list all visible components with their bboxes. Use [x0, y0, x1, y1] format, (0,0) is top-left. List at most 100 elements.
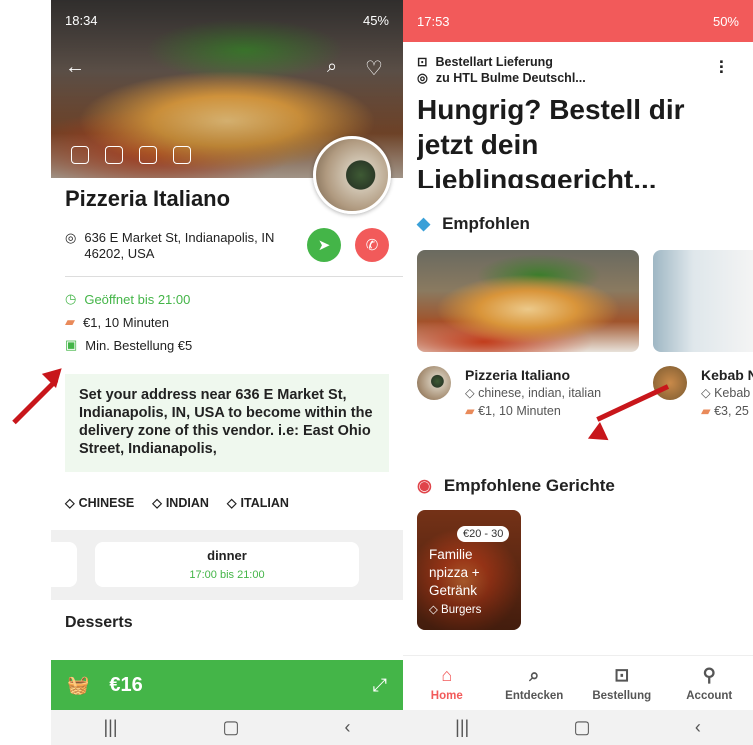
- dishes-label: Empfohlene Gerichte: [443, 476, 615, 495]
- tag-label: INDIAN: [165, 495, 209, 510]
- menu-card-title: dinner: [207, 548, 247, 563]
- vendor-name: Pizzeria Italiano: [465, 367, 571, 383]
- vendor-thumb-2: [653, 366, 687, 400]
- delivery-icon: ▰: [701, 404, 711, 418]
- delivery-info: ▰ €1, 10 Minuten: [65, 314, 169, 330]
- address-text: 636 E Market St, Indianapolis, IN 46202,…: [84, 230, 275, 261]
- search-icon[interactable]: ⌕: [327, 56, 337, 77]
- vendor-delivery: ▰ €1, 10 Minuten: [465, 402, 601, 420]
- phone-icon: ✆: [365, 237, 379, 254]
- filter-icon[interactable]: ⫶: [719, 58, 724, 79]
- vendor-tags: ◇ Kebab: [701, 386, 751, 400]
- nav-label: Home: [430, 689, 463, 702]
- recommended-label: Empfohlen: [442, 214, 530, 233]
- delivery-icon: ▰: [465, 404, 475, 418]
- nav-label: Account: [686, 689, 733, 702]
- dish-icon: ◉: [417, 476, 432, 495]
- vendor-card-image-2[interactable]: [653, 250, 753, 352]
- vendor-card-image[interactable]: [417, 250, 639, 352]
- nav-orders[interactable]: ⊡ Bestellung: [582, 665, 662, 702]
- system-nav-bar: ||| ▢ ‹: [403, 710, 753, 745]
- tag-italian[interactable]: ◇ ITALIAN: [226, 495, 289, 511]
- location-pin-icon: ◎: [417, 71, 428, 85]
- min-order: ▣ Min. Bestellung €5: [65, 337, 192, 353]
- expand-icon[interactable]: ⤢: [373, 675, 387, 696]
- location-pin-icon: ◎: [65, 230, 77, 245]
- menu-card-time: 17:00 bis 21:00: [189, 569, 265, 581]
- instagram-icon[interactable]: [173, 146, 191, 164]
- vendor-delivery: ▰ €3, 25: [701, 402, 753, 420]
- menu-card-dinner[interactable]: dinner 17:00 bis 21:00: [95, 542, 359, 587]
- vendor-tags-text: Kebab: [714, 386, 751, 400]
- vendor-avatar: [313, 136, 391, 214]
- nav-discover[interactable]: ⌕ Entdecken: [494, 665, 574, 702]
- recents-icon[interactable]: |||: [455, 717, 469, 738]
- dish-name: Familie npizza + Getränk: [429, 547, 480, 598]
- menu-carousel: dinner 17:00 bis 21:00: [51, 530, 403, 600]
- vendor-tags-text: chinese, indian, italian: [478, 386, 602, 400]
- tag-label: ITALIAN: [240, 495, 289, 510]
- system-nav-bar: ||| ▢ ‹: [51, 710, 403, 745]
- facebook-icon[interactable]: [105, 146, 123, 164]
- tag-indian[interactable]: ◇ INDIAN: [152, 495, 209, 511]
- nav-home[interactable]: ⌂ Home: [407, 665, 487, 702]
- home-screen: 17:53 50% ⊡ Bestellart Lieferung ◎ zu HTL …: [403, 0, 753, 745]
- tag-icon: ◇: [152, 496, 162, 510]
- back-arrow-icon[interactable]: ←: [65, 56, 85, 79]
- youtube-icon[interactable]: [139, 146, 157, 164]
- vendor-name: Kebab N: [701, 367, 753, 383]
- call-button[interactable]: ✆: [355, 228, 389, 262]
- twitter-icon[interactable]: [71, 146, 89, 164]
- tag-chinese[interactable]: ◇ CHINESE: [65, 495, 135, 511]
- vendor-thumb: [417, 366, 451, 400]
- money-icon: ▣: [65, 337, 78, 352]
- tag-icon: ◇: [65, 496, 75, 510]
- tag-icon: ◇: [226, 496, 237, 510]
- headline: Hungrig? Bestell dir jetzt dein Liebling…: [417, 94, 685, 188]
- cart-bar[interactable]: 🧺 €16 ⤢: [51, 660, 403, 710]
- user-icon: ⚲: [702, 664, 716, 685]
- dish-card[interactable]: €20 - 30 Familie npizza + Getränk ◇ Burg…: [417, 510, 521, 630]
- home-circle-icon[interactable]: ▢: [223, 717, 240, 738]
- navigate-icon: ➤: [317, 237, 331, 254]
- status-time: 17:53: [417, 13, 450, 29]
- back-icon[interactable]: ‹: [695, 717, 701, 738]
- navigate-button[interactable]: ➤: [307, 228, 341, 262]
- dish-tag-text: Burgers: [441, 604, 482, 616]
- nav-account[interactable]: ⚲ Account: [669, 665, 749, 702]
- cart-total: €16: [109, 673, 143, 696]
- bag-icon: ⊡: [614, 664, 630, 685]
- delivery-address-text: zu HTL Bulme Deutschl...: [435, 70, 586, 85]
- dishes-section-title: ◉ Empfohlene Gerichte: [417, 476, 615, 496]
- home-circle-icon[interactable]: ▢: [574, 717, 591, 738]
- status-time: 18:34: [65, 12, 98, 28]
- delivery-icon: ▰: [65, 314, 75, 329]
- recents-icon[interactable]: |||: [103, 717, 117, 738]
- section-title: Desserts: [65, 614, 133, 631]
- vendor-delivery-text: €1, 10 Minuten: [478, 404, 561, 418]
- vendor-tags: ◇ chinese, indian, italian: [465, 386, 602, 400]
- basket-icon: 🧺: [67, 674, 90, 695]
- home-icon: ⌂: [441, 664, 453, 685]
- menu-card-prev[interactable]: [51, 542, 77, 587]
- vendor-card-kebab[interactable]: Kebab N ◇ Kebab ▰ €3, 25: [701, 366, 753, 420]
- vendor-title: Pizzeria Italiano: [65, 186, 231, 211]
- vendor-card-pizzeria[interactable]: Pizzeria Italiano ◇ chinese, indian, ita…: [465, 366, 601, 420]
- status-battery: 50%: [712, 13, 739, 29]
- price-badge: €20 - 30: [457, 526, 510, 542]
- order-type-text: Bestellart Lieferung: [435, 54, 553, 69]
- status-bar: 17:53 50%: [403, 0, 753, 42]
- social-links: [71, 146, 191, 164]
- diamond-icon: ◆: [417, 214, 431, 233]
- delivery-address[interactable]: ◎ zu HTL Bulme Deutschl...: [417, 70, 586, 86]
- order-type[interactable]: ⊡ Bestellart Lieferung: [417, 54, 553, 70]
- heart-icon[interactable]: ♡: [365, 56, 383, 81]
- search-icon: ⌕: [529, 664, 540, 685]
- back-icon[interactable]: ‹: [345, 717, 351, 738]
- cuisine-tags: ◇ CHINESE ◇ INDIAN ◇ ITALIAN: [65, 495, 289, 511]
- tag-label: CHINESE: [78, 495, 135, 510]
- nav-label: Bestellung: [592, 689, 652, 702]
- vendor-detail-screen: 18:34 45% ← ⌕ ♡ Pizzeria Italiano ◎ 636 …: [51, 0, 403, 745]
- nav-label: Entdecken: [505, 689, 564, 702]
- delivery-text: €1, 10 Minuten: [83, 314, 170, 330]
